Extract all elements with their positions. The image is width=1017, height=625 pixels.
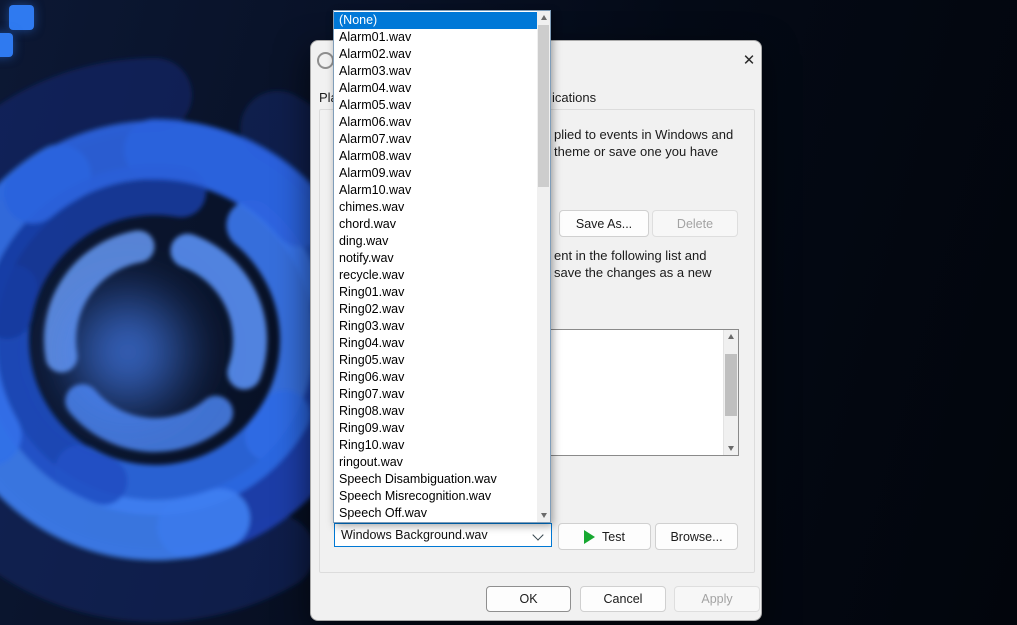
dropdown-item[interactable]: Ring09.wav (334, 420, 537, 437)
dropdown-scroll-thumb[interactable] (538, 25, 549, 187)
listbox-scrollbar[interactable] (723, 330, 738, 455)
sounds-combobox[interactable]: Windows Background.wav (334, 523, 552, 547)
dropdown-item[interactable]: Alarm06.wav (334, 114, 537, 131)
test-button-label: Test (602, 530, 625, 544)
dropdown-item[interactable]: Alarm07.wav (334, 131, 537, 148)
browse-button[interactable]: Browse... (655, 523, 738, 550)
dropdown-item[interactable]: Ring07.wav (334, 386, 537, 403)
test-button[interactable]: Test (558, 523, 651, 550)
dropdown-item[interactable]: Ring02.wav (334, 301, 537, 318)
play-icon (584, 530, 595, 544)
save-as-button[interactable]: Save As... (559, 210, 649, 237)
scroll-up-icon[interactable] (537, 11, 550, 24)
dropdown-item[interactable]: Speech Off.wav (334, 505, 537, 522)
close-icon: ✕ (743, 51, 756, 69)
dropdown-item[interactable]: Ring05.wav (334, 352, 537, 369)
cancel-button[interactable]: Cancel (580, 586, 666, 612)
dropdown-item[interactable]: Alarm03.wav (334, 63, 537, 80)
dropdown-scrollbar[interactable] (537, 11, 550, 522)
ok-button[interactable]: OK (486, 586, 571, 612)
listbox-scroll-thumb[interactable] (725, 354, 737, 416)
scroll-up-icon[interactable] (724, 330, 738, 343)
dropdown-item[interactable]: notify.wav (334, 250, 537, 267)
dropdown-item[interactable]: recycle.wav (334, 267, 537, 284)
desktop-accent-square (0, 33, 13, 57)
dropdown-item[interactable]: Ring03.wav (334, 318, 537, 335)
events-description-line1: ent in the following list and (554, 248, 706, 263)
dropdown-item[interactable]: chord.wav (334, 216, 537, 233)
dropdown-item[interactable]: Alarm08.wav (334, 148, 537, 165)
scheme-description-line1: plied to events in Windows and (554, 127, 733, 142)
dropdown-item[interactable]: Alarm02.wav (334, 46, 537, 63)
dropdown-item[interactable]: Speech Misrecognition.wav (334, 488, 537, 505)
dropdown-item[interactable]: Ring06.wav (334, 369, 537, 386)
combobox-value: Windows Background.wav (341, 528, 488, 542)
scheme-description-line2: theme or save one you have (554, 144, 718, 159)
dropdown-item[interactable]: ringout.wav (334, 454, 537, 471)
dialog-icon-partial (317, 52, 334, 69)
dropdown-item[interactable]: (None) (334, 12, 537, 29)
delete-button[interactable]: Delete (652, 210, 738, 237)
dropdown-items: (None)Alarm01.wavAlarm02.wavAlarm03.wavA… (334, 11, 537, 522)
dropdown-item[interactable]: Ring04.wav (334, 335, 537, 352)
scroll-down-icon[interactable] (537, 509, 550, 522)
dropdown-item[interactable]: ding.wav (334, 233, 537, 250)
dropdown-item[interactable]: Alarm05.wav (334, 97, 537, 114)
dropdown-item[interactable]: Ring01.wav (334, 284, 537, 301)
dropdown-item[interactable]: Ring10.wav (334, 437, 537, 454)
dropdown-item[interactable]: Speech Disambiguation.wav (334, 471, 537, 488)
dropdown-item[interactable]: Alarm10.wav (334, 182, 537, 199)
dropdown-item[interactable]: Alarm09.wav (334, 165, 537, 182)
apply-button[interactable]: Apply (674, 586, 760, 612)
events-description-line2: save the changes as a new (554, 265, 712, 280)
tab-communications-fragment[interactable]: ications (552, 90, 596, 105)
close-button[interactable]: ✕ (736, 48, 762, 72)
dropdown-item[interactable]: Alarm04.wav (334, 80, 537, 97)
desktop-accent-square (9, 5, 34, 30)
dropdown-item[interactable]: Alarm01.wav (334, 29, 537, 46)
dropdown-item[interactable]: Ring08.wav (334, 403, 537, 420)
chevron-down-icon (532, 529, 543, 540)
dropdown-item[interactable]: chimes.wav (334, 199, 537, 216)
sounds-dropdown-list: (None)Alarm01.wavAlarm02.wavAlarm03.wavA… (333, 10, 551, 523)
scroll-down-icon[interactable] (724, 442, 738, 455)
